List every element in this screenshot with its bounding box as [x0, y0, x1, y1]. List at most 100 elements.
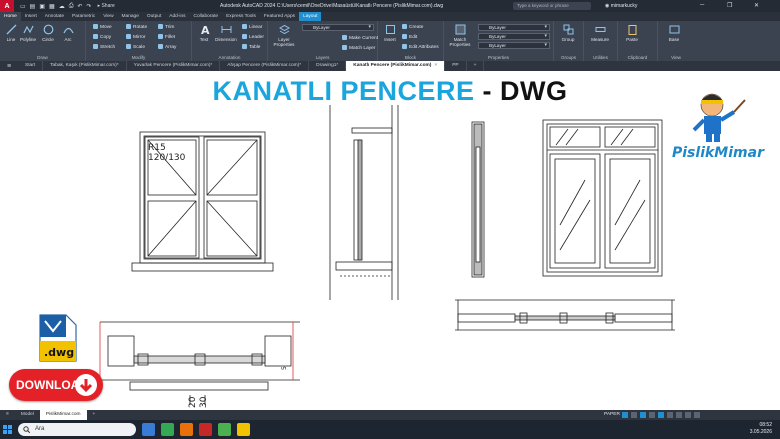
edit-block-button[interactable]: Edit	[402, 34, 417, 40]
taskbar-search-input[interactable]: Ara	[18, 423, 136, 436]
hamburger-icon[interactable]: ≡	[0, 410, 15, 420]
measure-button[interactable]: Measure	[590, 24, 610, 42]
insert-block-button[interactable]: Insert	[380, 24, 400, 42]
doc-tab-start[interactable]: Start	[18, 61, 44, 71]
text-button[interactable]: A Text	[194, 24, 214, 42]
edit-attributes-button[interactable]: Edit Attributes	[402, 44, 439, 50]
ortho-toggle-icon[interactable]	[640, 412, 646, 418]
save-icon[interactable]: ▣	[39, 3, 45, 10]
doc-tab-drawing1[interactable]: Drawing1*	[309, 61, 347, 71]
share-button[interactable]: ▸ Share	[98, 3, 115, 9]
color-dropdown[interactable]: ByLayer	[478, 24, 550, 31]
windows-start-icon[interactable]	[0, 420, 14, 439]
mirror-button[interactable]: Mirror	[126, 34, 146, 40]
copy-button[interactable]: Copy	[93, 34, 111, 40]
doc-tab-kanatli-pencere[interactable]: Kanatlı Pencere (PislikMimar.com) ×	[346, 61, 446, 71]
polar-toggle-icon[interactable]	[649, 412, 655, 418]
customize-icon[interactable]	[694, 412, 700, 418]
rotate-button[interactable]: Rotate	[126, 24, 147, 30]
stretch-button[interactable]: Stretch	[93, 44, 115, 50]
lineweight-toggle-icon[interactable]	[667, 412, 673, 418]
chrome-icon[interactable]	[161, 423, 174, 436]
tab-insert[interactable]: Insert	[21, 12, 41, 21]
autocad-logo-icon[interactable]: A	[0, 0, 14, 12]
tab-layout[interactable]: Layout	[299, 12, 322, 21]
snap-toggle-icon[interactable]	[631, 412, 637, 418]
dimension-button[interactable]: Dimension	[214, 24, 238, 42]
linear-dropdown[interactable]: Linear	[242, 24, 262, 30]
array-button[interactable]: Array	[158, 44, 176, 50]
trim-button[interactable]: Trim	[158, 24, 174, 30]
tab-collaborate[interactable]: Collaborate	[190, 12, 223, 21]
tab-home[interactable]: Home	[0, 12, 21, 21]
osnap-toggle-icon[interactable]	[658, 412, 664, 418]
doc-tab-tabak[interactable]: Tabak, Kaşık (PislikMimar.com)*	[43, 61, 127, 71]
scale-button[interactable]: Scale	[126, 44, 145, 50]
menu-icon[interactable]: ≡	[0, 63, 18, 70]
linetype-dropdown[interactable]: ByLayer	[478, 42, 550, 49]
layer-dropdown[interactable]: ByLayer	[302, 24, 374, 31]
close-icon[interactable]: ✕	[754, 2, 759, 9]
create-block-button[interactable]: Create	[402, 24, 423, 30]
redo-icon[interactable]: ↷	[87, 3, 92, 10]
lineweight-dropdown-value: ByLayer	[489, 34, 506, 39]
base-view-button[interactable]: Base	[664, 24, 684, 42]
user-account[interactable]: ◉ mimarkucky	[605, 3, 637, 9]
tab-annotate[interactable]: Annotate	[41, 12, 68, 21]
firefox-icon[interactable]	[180, 423, 193, 436]
make-current-button[interactable]: Make Current	[342, 35, 378, 41]
tab-output[interactable]: Output	[143, 12, 165, 21]
group-button[interactable]: Group	[558, 24, 578, 42]
lineweight-dropdown[interactable]: ByLayer	[478, 33, 550, 40]
arc-button[interactable]: Arc	[58, 24, 78, 42]
tab-express-tools[interactable]: Express Tools	[222, 12, 260, 21]
cloud-icon[interactable]: ☁	[59, 3, 65, 10]
grid-toggle-icon[interactable]	[622, 412, 628, 418]
table-button[interactable]: Table	[242, 44, 260, 50]
print-icon[interactable]: ⎙	[69, 3, 74, 10]
layers-group-title: Layers	[315, 55, 330, 60]
match-properties-button[interactable]: Match Properties	[447, 24, 473, 47]
model-tab[interactable]: Model	[15, 410, 40, 420]
system-clock[interactable]: 08:52 3.05.2026	[750, 422, 772, 436]
drawing-canvas[interactable]: R15 120/130 5 20 30	[0, 71, 780, 410]
save-as-icon[interactable]: ▦	[49, 3, 55, 10]
match-layer-button[interactable]: Match Layer	[342, 45, 375, 51]
tab-parametric[interactable]: Parametric	[68, 12, 99, 21]
undo-icon[interactable]: ↶	[78, 3, 83, 10]
new-file-icon[interactable]: ▭	[20, 3, 26, 10]
tab-add-ins[interactable]: Add-ins	[165, 12, 189, 21]
workspace-gear-icon[interactable]	[685, 412, 691, 418]
keyword-search-input[interactable]: Type a keyword or phrase	[513, 2, 591, 10]
space-indicator[interactable]: PAPER	[604, 410, 620, 420]
doc-tab-pp[interactable]: PP	[445, 61, 467, 71]
maximize-icon[interactable]: ❐	[727, 2, 732, 9]
polyline-button[interactable]: Polyline	[18, 24, 38, 42]
annotation-scale-icon[interactable]	[676, 412, 682, 418]
layout-tab-pislikmimar[interactable]: PislikMimar.com	[39, 410, 87, 420]
circle-button[interactable]: Circle	[38, 24, 58, 42]
tab-manage[interactable]: Manage	[118, 12, 143, 21]
utilities-group: Measure Utilities	[584, 21, 618, 61]
add-layout-button[interactable]: +	[87, 410, 102, 420]
opera-icon[interactable]	[199, 423, 212, 436]
app-icon[interactable]	[218, 423, 231, 436]
leader-dropdown[interactable]: Leader	[242, 34, 264, 40]
task-view-icon[interactable]	[142, 423, 155, 436]
fillet-button[interactable]: Fillet	[158, 34, 175, 40]
tab-view[interactable]: View	[99, 12, 117, 21]
layer-properties-button[interactable]: Layer Properties	[271, 24, 297, 47]
download-button[interactable]: DOWNLOAD	[9, 369, 103, 401]
file-explorer-icon[interactable]	[237, 423, 250, 436]
new-tab-button[interactable]: +	[467, 61, 485, 71]
doc-tab-yuvarlak-pencere[interactable]: Yuvarlak Pencere (PislikMimar.com)*	[127, 61, 221, 71]
doc-tab-ahsap-pencere[interactable]: Ahşap Pencere (PislikMimar.com)*	[220, 61, 310, 71]
insert-block-icon	[385, 25, 395, 34]
status-toggles	[622, 412, 700, 418]
open-folder-icon[interactable]: ▤	[30, 3, 36, 10]
close-tab-icon[interactable]: ×	[434, 63, 437, 68]
paste-button[interactable]: Paste	[622, 24, 642, 42]
tab-featured-apps[interactable]: Featured Apps	[260, 12, 299, 21]
move-button[interactable]: Move	[93, 24, 112, 30]
minimize-icon[interactable]: ─	[700, 2, 704, 8]
